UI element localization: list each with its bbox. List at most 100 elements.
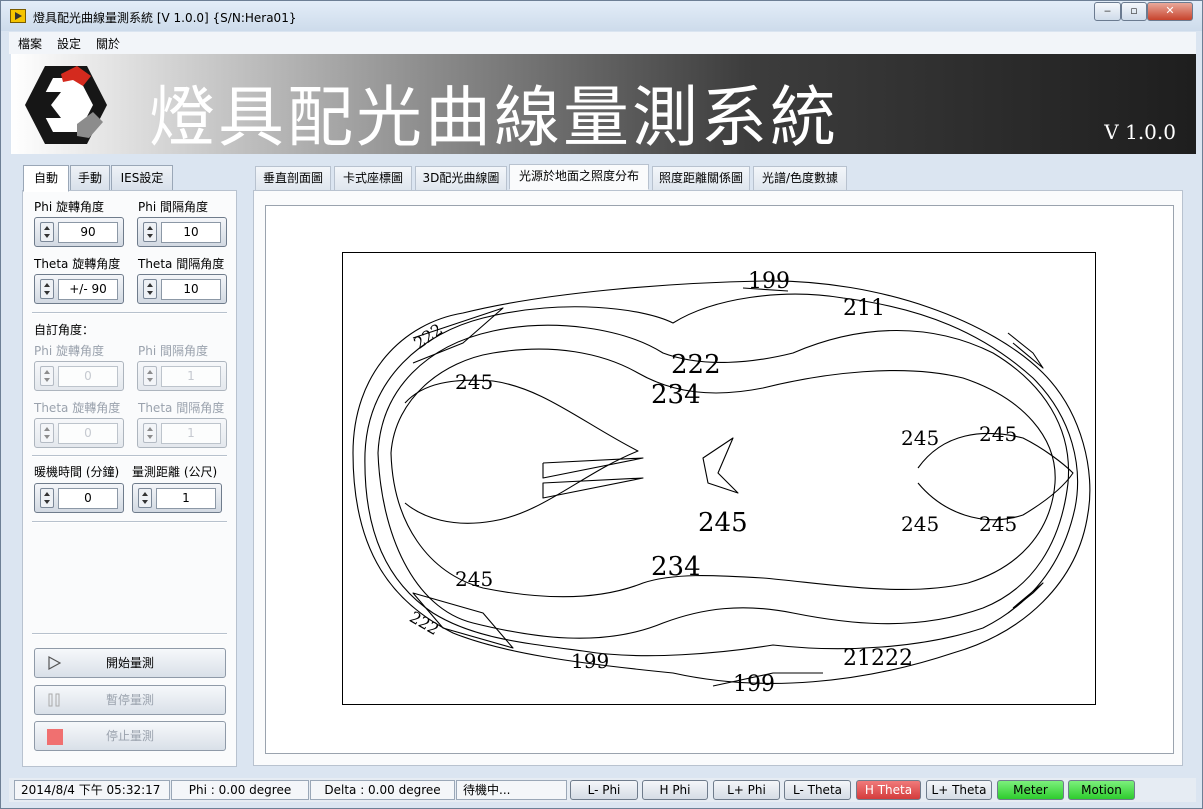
custom-phi-interval-label: Phi 間隔角度 [138,344,208,358]
contour-label: 234 [651,552,701,582]
status-datetime: 2014/8/4 下午 05:32:17 [14,780,170,800]
indicator-l-minus-theta[interactable]: L- Theta [784,780,851,800]
tab-manual[interactable]: 手動 [70,165,110,191]
status-bar: 2014/8/4 下午 05:32:17 Phi : 0.00 degree D… [9,778,1196,802]
custom-phi-interval-control[interactable]: 1 [137,361,227,391]
maximize-button[interactable]: ▫ [1121,2,1147,21]
contour-line-211 [364,293,1079,657]
stop-measure-button[interactable]: 停止量測 [34,721,226,751]
banner-version: V 1.0.0 [1104,120,1176,144]
warmup-time-label: 暖機時間 (分鐘) [34,465,120,479]
pause-measure-label: 暫停量測 [105,693,154,707]
distance-spinner[interactable] [138,488,152,508]
theta-rotate-label: Theta 旋轉角度 [34,257,121,271]
contour-label: 234 [651,380,701,410]
custom-phi-rotate-control[interactable]: 0 [34,361,124,391]
tab-auto[interactable]: 自動 [23,165,69,192]
custom-theta-rotate-value[interactable]: 0 [58,423,118,444]
phi-interval-value[interactable]: 10 [161,222,221,243]
tab-spectrum-chromaticity[interactable]: 光譜/色度數據 [753,166,847,191]
contour-label: 199 [571,649,609,673]
status-state: 待機中... [456,780,567,800]
menu-bar: 檔案 設定 關於 [9,32,1196,54]
indicator-motion[interactable]: Motion [1068,780,1135,800]
app-window: 燈具配光曲線量測系統 [V 1.0.0] {S/N:Hera01} ‒ ▫ ✕ … [0,0,1203,809]
custom-theta-interval-label: Theta 間隔角度 [138,401,225,415]
custom-phi-rotate-spinner[interactable] [40,366,54,386]
tab-ground-illuminance[interactable]: 光源於地面之照度分布 [509,164,649,190]
header-banner: 燈具配光曲線量測系統 V 1.0.0 [11,54,1196,156]
warmup-time-value[interactable]: 0 [58,488,118,509]
indicator-l-plus-theta[interactable]: L+ Theta [926,780,992,800]
custom-theta-rotate-spinner[interactable] [40,423,54,443]
contour-svg: 199 211 222 234 245 245 245 245 245 245 … [352,269,1091,697]
indicator-h-theta[interactable]: H Theta [856,780,921,800]
contour-label: 199 [748,269,790,294]
title-bar: 燈具配光曲線量測系統 [V 1.0.0] {S/N:Hera01} ‒ ▫ ✕ [1,1,1202,31]
theta-interval-spinner[interactable] [143,279,157,299]
custom-theta-interval-control[interactable]: 1 [137,418,227,448]
custom-phi-interval-spinner[interactable] [143,366,157,386]
close-button[interactable]: ✕ [1147,2,1193,21]
indicator-meter[interactable]: Meter [997,780,1064,800]
phi-rotate-control[interactable]: 90 [34,217,124,247]
phi-interval-spinner[interactable] [143,222,157,242]
distance-value[interactable]: 1 [156,488,216,509]
menu-about[interactable]: 關於 [96,35,120,52]
status-delta: Delta : 0.00 degree [310,780,455,800]
contour-spike-upper [542,457,644,499]
tab-cartesian[interactable]: 卡式座標圖 [334,166,412,191]
warmup-time-control[interactable]: 0 [34,483,124,513]
distance-control[interactable]: 1 [132,483,222,513]
contour-label: 245 [455,370,493,394]
divider [32,455,227,457]
tab-vertical-section[interactable]: 垂直剖面圖 [255,166,331,191]
indicator-h-phi[interactable]: H Phi [642,780,708,800]
contour-line-245-left [404,379,639,524]
theta-interval-label: Theta 間隔角度 [138,257,225,271]
theta-rotate-control[interactable]: +/- 90 [34,274,124,304]
theta-interval-control[interactable]: 10 [137,274,227,304]
custom-phi-interval-value[interactable]: 1 [161,366,221,387]
contour-label: 222 [671,350,721,380]
phi-interval-control[interactable]: 10 [137,217,227,247]
labview-app-icon [10,9,26,23]
menu-settings[interactable]: 設定 [57,35,81,52]
contour-label: 245 [901,512,939,536]
theta-rotate-value[interactable]: +/- 90 [58,279,118,300]
play-icon [48,656,61,670]
tab-3d-curve[interactable]: 3D配光曲線圖 [415,166,507,191]
custom-angle-label: 自訂角度： [34,323,95,337]
contour-label: 222 [406,607,442,639]
tab-ies-settings[interactable]: IES設定 [111,165,173,191]
window-title: 燈具配光曲線量測系統 [V 1.0.0] {S/N:Hera01} [33,11,297,25]
contour-line-199 [352,280,1091,684]
start-measure-label: 開始量測 [105,656,154,670]
custom-theta-interval-value[interactable]: 1 [161,423,221,444]
contour-label: 245 [979,512,1017,536]
pause-measure-button[interactable]: 暫停量測 [34,685,226,715]
phi-rotate-spinner[interactable] [40,222,54,242]
minimize-button[interactable]: ‒ [1094,2,1121,21]
tab-illuminance-distance[interactable]: 照度距離關係圖 [652,166,750,191]
phi-rotate-value[interactable]: 90 [58,222,118,243]
pause-icon [48,693,60,707]
contour-label: 245 [901,426,939,450]
indicator-l-plus-phi[interactable]: L+ Phi [713,780,780,800]
custom-theta-rotate-control[interactable]: 0 [34,418,124,448]
theta-rotate-spinner[interactable] [40,279,54,299]
custom-theta-interval-spinner[interactable] [143,423,157,443]
contour-label: 222 [410,320,446,353]
contour-notch-right-bottom [1007,582,1044,614]
phi-rotate-label: Phi 旋轉角度 [34,200,104,214]
indicator-l-minus-phi[interactable]: L- Phi [570,780,638,800]
warmup-time-spinner[interactable] [40,488,54,508]
contour-spike-center [702,437,739,494]
status-phi: Phi : 0.00 degree [171,780,309,800]
theta-interval-value[interactable]: 10 [161,279,221,300]
menu-file[interactable]: 檔案 [18,35,42,52]
contour-label: 21222 [843,646,913,671]
contour-label: 245 [455,567,493,591]
start-measure-button[interactable]: 開始量測 [34,648,226,678]
custom-phi-rotate-value[interactable]: 0 [58,366,118,387]
